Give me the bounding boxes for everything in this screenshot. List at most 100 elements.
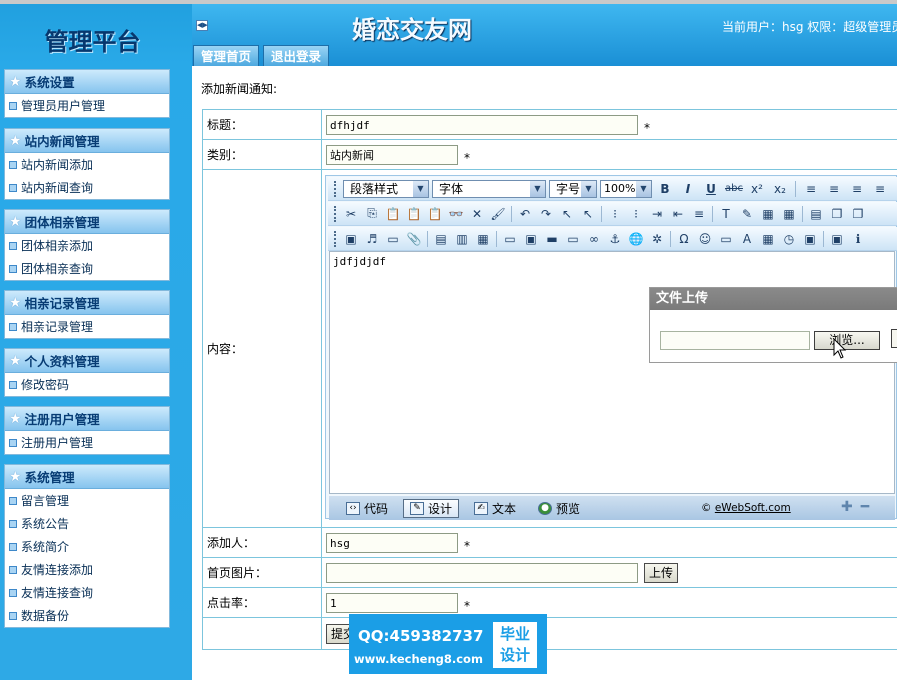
indent-icon[interactable]: ⇥ xyxy=(647,205,667,223)
author-input[interactable]: hsg xyxy=(326,532,458,553)
art-text-icon[interactable]: A xyxy=(737,230,757,248)
menu-group-header[interactable]: ★ 团体相亲管理 xyxy=(5,210,169,234)
menu-item-system-intro[interactable]: 系统简介 xyxy=(5,535,169,558)
mode-preview-button[interactable]: ● 预览 xyxy=(531,499,587,518)
tab-logout[interactable]: 退出登录 xyxy=(263,45,330,67)
collapse-sidebar-icon[interactable]: ◀▶ xyxy=(196,20,208,31)
cut-icon[interactable]: ✂ xyxy=(341,205,361,223)
delete-icon[interactable]: ✕ xyxy=(467,205,487,223)
undo-icon[interactable]: ↶ xyxy=(515,205,535,223)
cover-image-input[interactable] xyxy=(326,562,638,583)
tab-admin-home[interactable]: 管理首页 xyxy=(193,45,260,67)
mode-design-button[interactable]: ✎ 设计 xyxy=(403,498,460,518)
subscript-icon[interactable]: x₂ xyxy=(770,180,790,198)
menu-item-registered-users[interactable]: 注册用户管理 xyxy=(5,431,169,454)
align-center-icon[interactable]: ≡ xyxy=(824,180,844,198)
title-input[interactable]: dfhjdf xyxy=(326,114,638,135)
insert-table-icon[interactable]: ▤ xyxy=(431,230,451,248)
paste-icon[interactable]: 📋 xyxy=(383,205,403,223)
align-justify-icon[interactable]: ≡ xyxy=(870,180,890,198)
strikethrough-icon[interactable]: abc xyxy=(724,180,744,198)
layer-props-icon[interactable]: ❐ xyxy=(848,205,868,223)
web-icon[interactable]: 🌐 xyxy=(626,230,646,248)
menu-item-announcements[interactable]: 系统公告 xyxy=(5,512,169,535)
menu-item-group-query[interactable]: 团体相亲查询 xyxy=(5,257,169,280)
time-icon[interactable]: ◷ xyxy=(779,230,799,248)
grid-icon[interactable]: ▦ xyxy=(473,230,493,248)
attachment-icon[interactable]: 📎 xyxy=(404,230,424,248)
media-icon[interactable]: ♬ xyxy=(362,230,382,248)
zoom-select[interactable]: 100% ▼ xyxy=(600,179,652,198)
special-char-icon[interactable]: Ω xyxy=(674,230,694,248)
unlink-icon[interactable]: ✲ xyxy=(647,230,667,248)
iframe-icon[interactable]: ▣ xyxy=(521,230,541,248)
image-icon[interactable]: ▣ xyxy=(341,230,361,248)
format-brush-icon[interactable]: 🖌 xyxy=(488,205,508,223)
menu-item-admin-users[interactable]: 管理员用户管理 xyxy=(5,94,169,117)
select-icon[interactable]: ↖ xyxy=(557,205,577,223)
pointer-icon[interactable]: ↖ xyxy=(578,205,598,223)
font-size-select[interactable]: 字号 ▼ xyxy=(549,179,597,198)
paste-text-icon[interactable]: 📋 xyxy=(404,205,424,223)
upload-submit-button[interactable] xyxy=(891,329,897,348)
menu-item-group-add[interactable]: 团体相亲添加 xyxy=(5,234,169,257)
outdent-icon[interactable]: ⇤ xyxy=(668,205,688,223)
menu-item-messages[interactable]: 留言管理 xyxy=(5,489,169,512)
superscript-icon[interactable]: x² xyxy=(747,180,767,198)
font-color-icon[interactable]: T xyxy=(716,205,736,223)
bold-icon[interactable]: B xyxy=(655,180,675,198)
redo-icon[interactable]: ↷ xyxy=(536,205,556,223)
font-family-select[interactable]: 字体 ▼ xyxy=(432,179,546,198)
toolbar-grip[interactable] xyxy=(334,230,337,247)
fieldset-icon[interactable]: ▭ xyxy=(500,230,520,248)
menu-item-records[interactable]: 相亲记录管理 xyxy=(5,315,169,338)
marquee-icon[interactable]: ▭ xyxy=(563,230,583,248)
align-left-icon[interactable]: ≡ xyxy=(801,180,821,198)
menu-group-header[interactable]: ★ 个人资料管理 xyxy=(5,349,169,373)
menu-item-link-add[interactable]: 友情连接添加 xyxy=(5,558,169,581)
menu-item-data-backup[interactable]: 数据备份 xyxy=(5,604,169,627)
about-icon[interactable]: ℹ xyxy=(848,230,868,248)
find-icon[interactable]: 👓 xyxy=(446,205,466,223)
menu-item-news-query[interactable]: 站内新闻查询 xyxy=(5,176,169,199)
upload-file-path-input[interactable] xyxy=(660,331,810,350)
menu-group-header[interactable]: ★ 系统设置 xyxy=(5,70,169,94)
flash-icon[interactable]: ▭ xyxy=(383,230,403,248)
insert-row-icon[interactable]: ▥ xyxy=(452,230,472,248)
layer-icon[interactable]: ❐ xyxy=(827,205,847,223)
mode-text-button[interactable]: ✍ 文本 xyxy=(467,499,523,518)
paragraph-style-select[interactable]: 段落样式 ▼ xyxy=(343,179,429,198)
date-icon[interactable]: ▦ xyxy=(758,230,778,248)
anchor-icon[interactable]: ⚓ xyxy=(605,230,625,248)
browse-button[interactable]: 浏览... xyxy=(814,331,880,350)
menu-group-header[interactable]: ★ 站内新闻管理 xyxy=(5,129,169,153)
underline-icon[interactable]: U xyxy=(701,180,721,198)
align-right-icon[interactable]: ≡ xyxy=(847,180,867,198)
toolbar-grip[interactable] xyxy=(334,180,337,197)
mode-code-button[interactable]: ‹› 代码 xyxy=(339,499,395,518)
category-input[interactable]: 站内新闻 xyxy=(326,144,458,165)
italic-icon[interactable]: I xyxy=(678,180,698,198)
copy-icon[interactable]: ⎘ xyxy=(362,205,382,223)
menu-item-news-add[interactable]: 站内新闻添加 xyxy=(5,153,169,176)
menu-group-header[interactable]: ★ 注册用户管理 xyxy=(5,407,169,431)
highlight-icon[interactable]: ✎ xyxy=(737,205,757,223)
expand-plus-icon[interactable]: ✚ xyxy=(841,499,861,515)
menu-item-change-password[interactable]: 修改密码 xyxy=(5,373,169,396)
page-icon[interactable]: ▤ xyxy=(806,205,826,223)
menu-group-header[interactable]: ★ 系统管理 xyxy=(5,465,169,489)
shrink-minus-icon[interactable]: ━ xyxy=(861,499,877,515)
numbered-list-icon[interactable]: ⁝ xyxy=(605,205,625,223)
toolbar-grip[interactable] xyxy=(334,205,337,222)
fullscreen-icon[interactable]: ▣ xyxy=(827,230,847,248)
bulleted-list-icon[interactable]: ⁝ xyxy=(626,205,646,223)
clicks-input[interactable]: 1 xyxy=(326,592,458,613)
upload-button[interactable]: 上传 xyxy=(644,562,679,583)
table-icon[interactable]: ▦ xyxy=(758,205,778,223)
menu-group-header[interactable]: ★ 相亲记录管理 xyxy=(5,291,169,315)
html-code-icon[interactable]: ▭ xyxy=(716,230,736,248)
menu-item-link-query[interactable]: 友情连接查询 xyxy=(5,581,169,604)
table-props-icon[interactable]: ▦ xyxy=(779,205,799,223)
link-icon[interactable]: ∞ xyxy=(584,230,604,248)
emoticon-icon[interactable]: ☺ xyxy=(695,230,715,248)
